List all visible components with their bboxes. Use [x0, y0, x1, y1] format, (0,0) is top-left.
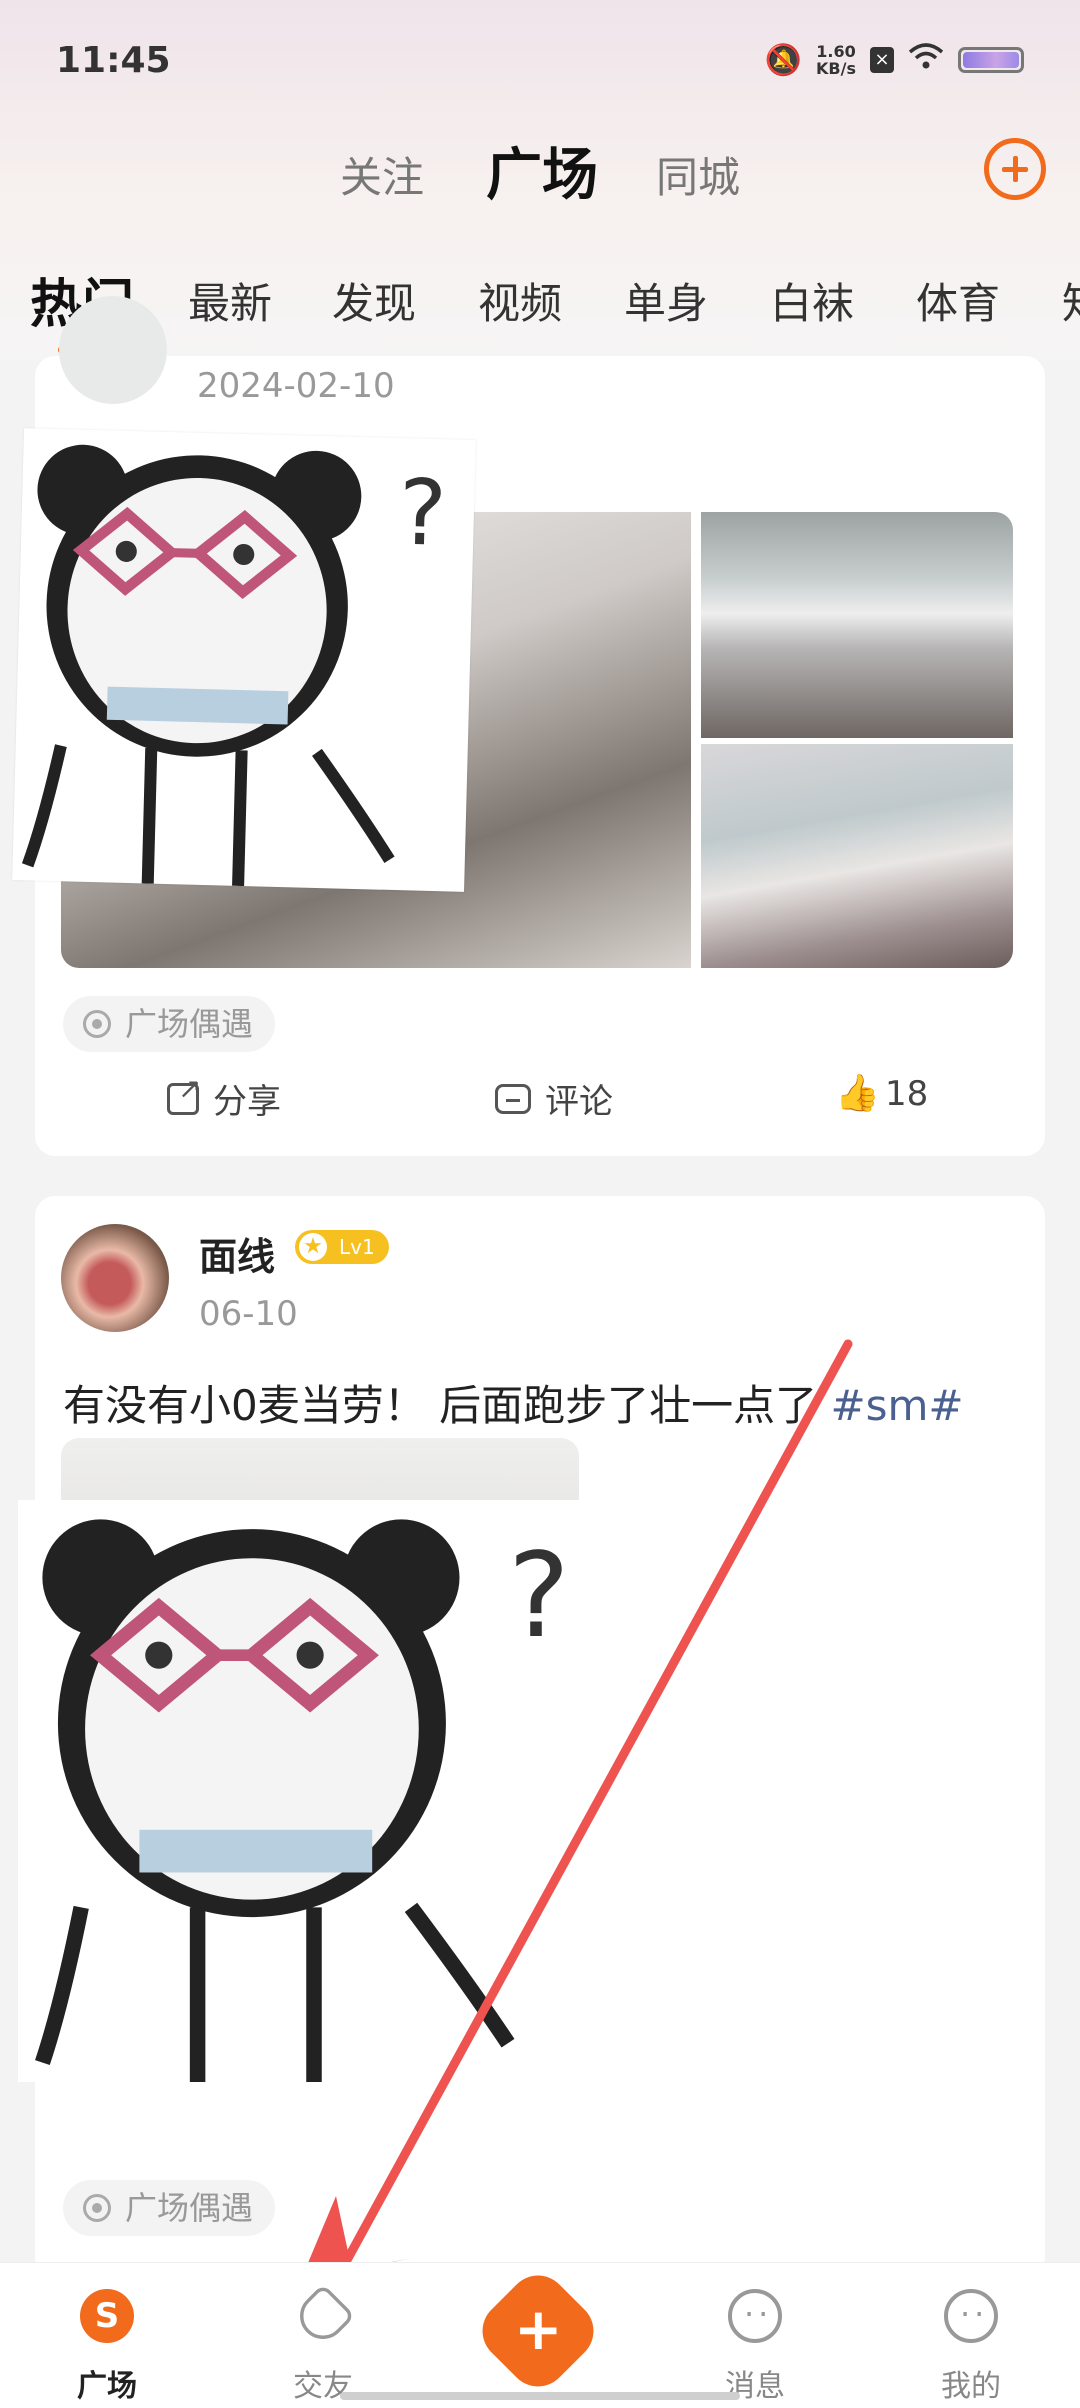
target-icon: [83, 1010, 111, 1038]
sim-blocked-icon: ×: [870, 47, 894, 73]
hashtag-link[interactable]: #sm#: [830, 1381, 963, 1430]
location-chip[interactable]: 广场偶遇: [63, 996, 276, 1052]
main-tabs: 关注 广场 同城: [0, 130, 1080, 210]
comment-label: 评论: [545, 1082, 613, 1122]
cartoon-face-drawing: ?: [35, 1519, 570, 2082]
post-image[interactable]: [701, 744, 1013, 968]
level-text: Lv1: [339, 1235, 375, 1259]
nav-item-messages[interactable]: 消息: [680, 2263, 830, 2408]
plus-icon: +: [514, 2295, 563, 2363]
network-speed: 1.60 KB/s: [816, 43, 856, 77]
location-chip-label: 广场偶遇: [125, 2189, 254, 2227]
chat-bubble-icon: [728, 2289, 782, 2343]
network-speed-value: 1.60: [816, 42, 856, 61]
network-speed-unit: KB/s: [816, 59, 856, 78]
nav-item-friends[interactable]: 交友: [248, 2263, 398, 2408]
tab-city[interactable]: 同城: [656, 144, 740, 205]
nav-item-me[interactable]: 我的: [896, 2263, 1046, 2408]
post-body: 有没有小0麦当劳！ 后面跑步了壮一点了: [63, 1381, 831, 1430]
cat-tab-sports[interactable]: 体育: [916, 270, 1000, 331]
share-button[interactable]: 分享: [167, 1072, 281, 1123]
cat-tab-video[interactable]: 视频: [478, 270, 562, 331]
cat-tab-more[interactable]: 知: [1062, 270, 1080, 331]
cat-tab-single[interactable]: 单身: [624, 270, 708, 331]
share-icon: [167, 1072, 201, 1115]
cat-tab-white-socks[interactable]: 白袜: [770, 270, 854, 331]
nav-label: 我的: [941, 2369, 1001, 2404]
wifi-icon: [908, 42, 944, 78]
share-label: 分享: [213, 1082, 281, 1122]
comment-button[interactable]: 评论: [495, 1074, 613, 1123]
publish-button[interactable]: +: [470, 2263, 606, 2399]
post-image[interactable]: [701, 512, 1013, 738]
like-count: 18: [885, 1074, 929, 1114]
add-post-icon[interactable]: [984, 138, 1046, 200]
username[interactable]: 面线: [199, 1226, 275, 1281]
status-time: 11:45: [56, 40, 171, 81]
cat-tab-discover[interactable]: 发现: [332, 270, 416, 331]
cat-tab-latest[interactable]: 最新: [188, 270, 272, 331]
tab-square[interactable]: 广场: [486, 130, 598, 211]
level-badge: ★ Lv1: [295, 1230, 389, 1264]
comment-icon: [495, 1083, 531, 1114]
tab-follow[interactable]: 关注: [340, 144, 424, 205]
profile-face-icon: [944, 2289, 998, 2343]
target-icon: [83, 2194, 111, 2222]
bottom-nav: S 广场 交友 + 消息 我的: [0, 2262, 1080, 2408]
meme-sticker: ?: [12, 428, 476, 892]
location-chip-label: 广场偶遇: [125, 1005, 254, 1043]
avatar[interactable]: [59, 296, 167, 404]
meme-sticker: ?: [18, 1500, 610, 2082]
like-button[interactable]: 👍 18: [835, 1074, 928, 1114]
post-date: 06-10: [199, 1294, 298, 1334]
post-date: 2024-02-10: [197, 366, 395, 406]
home-indicator[interactable]: [340, 2392, 740, 2400]
star-icon: ★: [299, 1233, 327, 1261]
mute-bell-icon: 🔕: [764, 42, 803, 78]
location-chip[interactable]: 广场偶遇: [63, 2180, 276, 2236]
post-text: 有没有小0麦当劳！ 后面跑步了壮一点了 #sm#: [63, 1372, 964, 1433]
heart-pulse-icon: [290, 2283, 356, 2349]
svg-text:?: ?: [508, 1529, 570, 1664]
status-bar: 11:45 🔕 1.60 KB/s ×: [0, 0, 1080, 120]
category-tabs: 热门 最新 发现 视频 单身 白袜 体育 知: [30, 262, 1080, 352]
status-icons: 🔕 1.60 KB/s ×: [765, 42, 1024, 78]
nav-item-home[interactable]: S 广场: [32, 2263, 182, 2408]
home-flash-icon: S: [80, 2289, 134, 2343]
svg-text:?: ?: [397, 460, 448, 566]
thumbs-up-icon: 👍: [835, 1073, 880, 1114]
battery-icon: [958, 47, 1024, 73]
cartoon-face-drawing: ?: [21, 444, 448, 887]
nav-label: 广场: [77, 2369, 137, 2404]
avatar[interactable]: [61, 1224, 169, 1332]
